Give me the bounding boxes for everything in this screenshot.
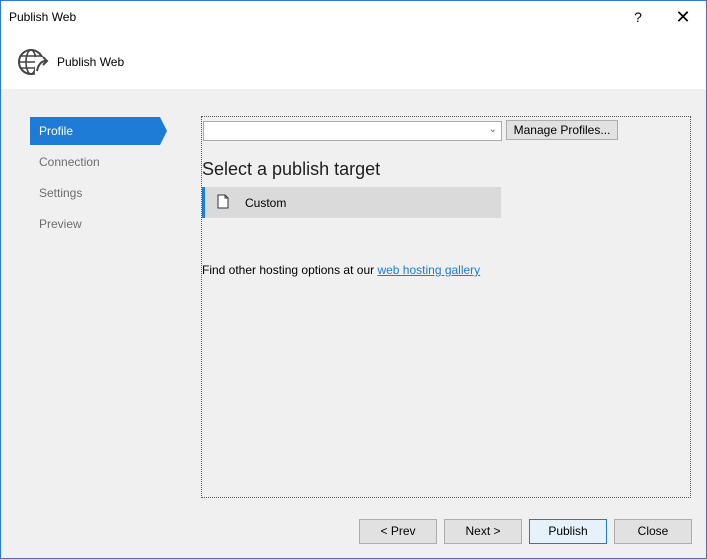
profile-panel: ⌄ Manage Profiles... Select a publish ta… xyxy=(201,116,691,498)
publish-button[interactable]: Publish xyxy=(529,519,607,544)
hosting-options-text: Find other hosting options at our web ho… xyxy=(202,263,480,277)
document-icon xyxy=(217,194,229,209)
dialog-header: Publish Web xyxy=(1,33,706,89)
profile-dropdown[interactable]: ⌄ xyxy=(203,121,502,141)
web-hosting-gallery-link[interactable]: web hosting gallery xyxy=(377,263,480,277)
header-title: Publish Web xyxy=(57,55,125,69)
title-bar: Publish Web ? ✕ xyxy=(1,1,706,33)
window-title: Publish Web xyxy=(9,10,77,24)
hosting-text: Find other hosting options at our xyxy=(202,263,378,277)
section-title: Select a publish target xyxy=(202,159,381,179)
nav-item-settings[interactable]: Settings xyxy=(30,179,170,207)
nav-item-connection[interactable]: Connection xyxy=(30,148,170,176)
nav-item-profile[interactable]: Profile xyxy=(30,117,167,145)
close-window-button[interactable]: ✕ xyxy=(661,1,705,33)
close-button[interactable]: Close xyxy=(614,519,692,544)
nav-item-preview[interactable]: Preview xyxy=(30,210,170,238)
publish-target-label: Custom xyxy=(245,196,287,210)
help-button[interactable]: ? xyxy=(616,1,660,33)
globe-publish-icon xyxy=(17,47,49,77)
next-button[interactable]: Next > xyxy=(444,519,522,544)
chevron-down-icon: ⌄ xyxy=(488,124,497,135)
publish-web-dialog: Publish Web ? ✕ Publish Web Profile Conn… xyxy=(0,0,707,559)
wizard-nav: Profile Connection Settings Preview xyxy=(30,117,170,241)
manage-profiles-button[interactable]: Manage Profiles... xyxy=(506,120,618,140)
publish-target-custom[interactable]: Custom xyxy=(202,187,501,218)
prev-button[interactable]: < Prev xyxy=(359,519,437,544)
